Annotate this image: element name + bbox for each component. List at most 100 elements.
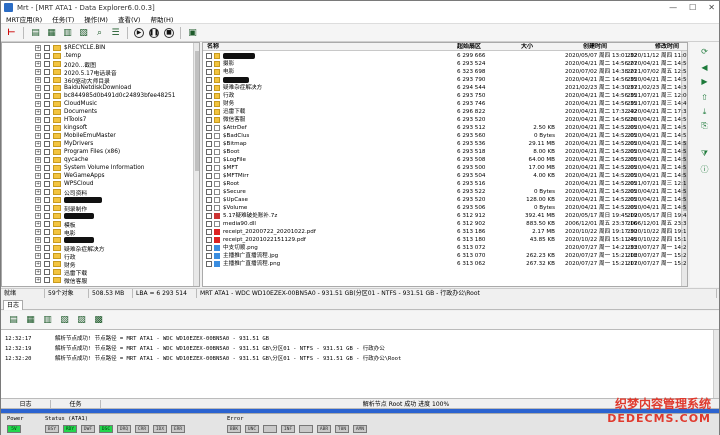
- expand-icon[interactable]: +: [35, 149, 41, 155]
- file-row[interactable]: 主播推广直播流程.jpg 6 313 070 262.23 KB 2020/07/27…: [203, 252, 687, 260]
- file-row[interactable]: 行政 6 293 750 2020/04/21 周二 14:56:35 2021/07…: [203, 92, 687, 100]
- file-row[interactable]: 疑难杂症解决方 6 294 544 2021/02/23 周二 14:30:37 20…: [203, 84, 687, 92]
- tree-checkbox[interactable]: [44, 77, 50, 83]
- file-checkbox[interactable]: [206, 181, 212, 187]
- tree-item[interactable]: + qycache: [2, 156, 88, 164]
- expand-icon[interactable]: +: [35, 213, 41, 219]
- tree-checkbox[interactable]: [44, 125, 50, 131]
- file-row[interactable]: $MFTMirr 6 293 504 4.00 KB 2020/04/21 周二 14…: [203, 172, 687, 180]
- info-icon[interactable]: ⓘ: [699, 164, 710, 175]
- file-row[interactable]: 5.17疑难破处账补.7z 6 312 912 392.41 MB 2020/05/1…: [203, 212, 687, 220]
- tree-item[interactable]: + Documents: [2, 108, 97, 116]
- directory-tree[interactable]: + $RECYCLE.BIN + .temp +2020...截图 +2020.5.17电…: [1, 42, 200, 287]
- tree-checkbox[interactable]: [44, 189, 50, 195]
- tree-checkbox[interactable]: [44, 85, 50, 91]
- tree-checkbox[interactable]: [44, 133, 50, 139]
- file-checkbox[interactable]: [206, 173, 212, 179]
- up-icon[interactable]: ⇧: [699, 92, 710, 103]
- file-checkbox[interactable]: [206, 61, 212, 67]
- tree-checkbox[interactable]: [44, 141, 50, 147]
- tree-checkbox[interactable]: [44, 205, 50, 211]
- tree-item[interactable]: + 微信客服: [2, 276, 87, 285]
- file-row[interactable]: 主播推广直播流程.png 6 313 062 267.32 KB 2020/07/27…: [203, 260, 687, 268]
- play-icon[interactable]: ▶: [134, 27, 144, 38]
- expand-icon[interactable]: +: [35, 221, 41, 227]
- column-name[interactable]: 名称: [207, 43, 219, 51]
- file-row[interactable]: $AttrDef 6 293 512 2.50 KB 2020/04/21 周二 14…: [203, 124, 687, 132]
- file-checkbox[interactable]: [206, 77, 212, 83]
- column-start-sector[interactable]: 超始扇区: [457, 43, 481, 51]
- file-checkbox[interactable]: [206, 221, 212, 227]
- search-icon[interactable]: ⌕: [93, 26, 106, 39]
- file-row[interactable]: $Bitmap 6 293 536 29.11 MB 2020/04/21 周二 14…: [203, 140, 687, 148]
- tree-checkbox[interactable]: [44, 181, 50, 187]
- column-modified[interactable]: 修改时间: [655, 43, 679, 51]
- menu-mrt-app[interactable]: MRT应用(R): [1, 14, 47, 24]
- minimize-button[interactable]: —: [669, 3, 677, 12]
- expand-icon[interactable]: +: [35, 61, 41, 67]
- expand-icon[interactable]: +: [35, 197, 41, 203]
- file-checkbox[interactable]: [206, 205, 212, 211]
- expand-icon[interactable]: +: [35, 229, 41, 235]
- tree-item[interactable]: + MobileEmuMaster: [2, 132, 116, 140]
- close-button[interactable]: ✕: [708, 3, 715, 12]
- expand-icon[interactable]: +: [35, 133, 41, 139]
- file-row[interactable]: 6 293 790 2020/04/21 周二 14:56:35 2020/04/2…: [203, 76, 687, 84]
- expand-icon[interactable]: +: [35, 261, 41, 267]
- file-row[interactable]: $Boot 6 293 518 8.00 KB 2020/04/21 周二 14:52…: [203, 148, 687, 156]
- file-checkbox[interactable]: [206, 261, 212, 267]
- tree-checkbox[interactable]: [44, 229, 50, 235]
- log-find-icon[interactable]: ▩: [92, 314, 105, 327]
- column-size[interactable]: 大小: [521, 43, 533, 51]
- expand-icon[interactable]: +: [35, 181, 41, 187]
- menu-task[interactable]: 任务(T): [47, 14, 79, 24]
- tree-item[interactable]: +360驱动大师目录: [2, 76, 110, 85]
- expand-icon[interactable]: +: [35, 125, 41, 131]
- log-copy-icon[interactable]: ▨: [75, 314, 88, 327]
- log-clear-icon[interactable]: ▧: [58, 314, 71, 327]
- open-disk-icon[interactable]: ▤: [29, 26, 42, 39]
- file-checkbox[interactable]: [206, 253, 212, 259]
- tree-item[interactable]: + WeGameApps: [2, 172, 105, 180]
- refresh-icon[interactable]: ⟳: [699, 46, 710, 57]
- disconnect-icon[interactable]: ⊢: [5, 26, 18, 39]
- file-checkbox[interactable]: [206, 141, 212, 147]
- expand-icon[interactable]: +: [35, 245, 41, 251]
- expand-icon[interactable]: +: [35, 109, 41, 115]
- tree-item[interactable]: + bc844985d0b491d0c24893bfee48251: [2, 92, 175, 100]
- file-row[interactable]: 财务 6 293 746 2020/04/21 周二 14:56:35 2021/07…: [203, 100, 687, 108]
- menu-view[interactable]: 查看(V): [113, 14, 146, 24]
- file-checkbox[interactable]: [206, 101, 212, 107]
- tree-item[interactable]: + kingsoft: [2, 124, 87, 132]
- log-scrollbar[interactable]: [713, 330, 719, 398]
- stop-icon[interactable]: ■: [164, 27, 174, 38]
- file-checkbox[interactable]: [206, 237, 212, 243]
- expand-icon[interactable]: +: [35, 77, 41, 83]
- file-row[interactable]: 微信客服 6 293 520 2020/04/21 周二 14:56:26 2020/…: [203, 116, 687, 124]
- tree-item[interactable]: + MyDrivers: [2, 140, 93, 148]
- tree-item[interactable]: + CloudMusic: [2, 100, 97, 108]
- tree-scroll-thumb[interactable]: [195, 51, 199, 171]
- file-checkbox[interactable]: [206, 85, 212, 91]
- expand-icon[interactable]: +: [35, 101, 41, 107]
- file-row[interactable]: $Volume 6 293 506 0 Bytes 2020/04/21 周二 14:…: [203, 204, 687, 212]
- file-checkbox[interactable]: [206, 109, 212, 115]
- file-checkbox[interactable]: [206, 125, 212, 131]
- tree-checkbox[interactable]: [44, 53, 50, 59]
- file-row[interactable]: $UpCase 6 293 520 128.00 KB 2020/04/21 周二 1…: [203, 196, 687, 204]
- file-list[interactable]: 名称 超始扇区 大小 创建时间 修改时间 6 299 666 2020/05/07…: [202, 42, 688, 287]
- tree-checkbox[interactable]: [44, 197, 50, 203]
- file-checkbox[interactable]: [206, 229, 212, 235]
- file-row[interactable]: $Root 6 293 516 2020/04/21 周二 14:52:05 2021…: [203, 180, 687, 188]
- file-row[interactable]: receipt_20201022151129.pdf 6 313 180 43.85…: [203, 236, 687, 244]
- tree-item[interactable]: + 刻录制作: [2, 204, 87, 213]
- tree-item[interactable]: + 公司资料: [2, 188, 87, 197]
- file-row[interactable]: 6 299 666 2020/05/07 周四 13:01:32 2020/11/1…: [203, 52, 687, 60]
- tree-item[interactable]: + HTools7: [2, 116, 86, 124]
- tree-checkbox[interactable]: [44, 261, 50, 267]
- tree-item[interactable]: + $RECYCLE.BIN: [2, 44, 105, 52]
- settings-icon[interactable]: ▣: [186, 26, 199, 39]
- column-created[interactable]: 创建时间: [583, 43, 607, 51]
- file-row[interactable]: $Secure 6 293 522 0 Bytes 2020/04/21 周二 14:…: [203, 188, 687, 196]
- file-checkbox[interactable]: [206, 245, 212, 251]
